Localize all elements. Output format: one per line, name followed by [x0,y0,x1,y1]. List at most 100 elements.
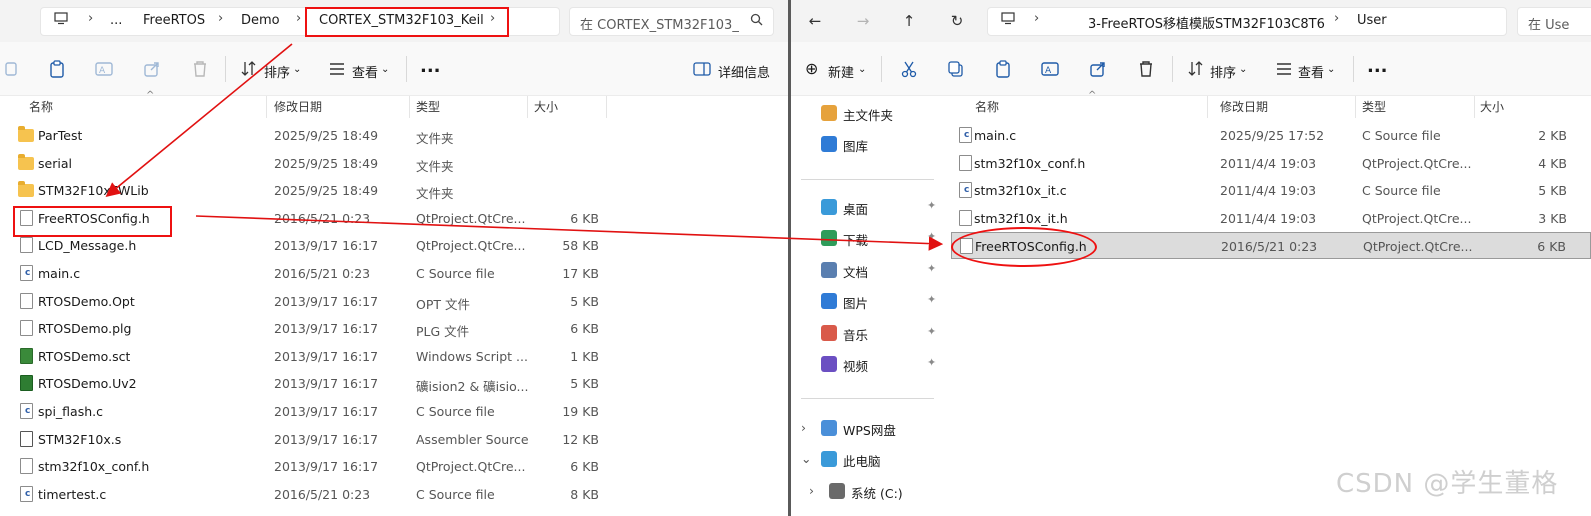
view-icon[interactable] [327,59,347,79]
breadcrumb-user[interactable]: User [1357,13,1387,28]
table-row[interactable]: RTOSDemo.Opt 2013/9/17 16:17 OPT 文件 5 KB [0,288,788,315]
column-header-type[interactable]: 类型 [416,98,440,115]
view-icon[interactable] [1274,59,1294,79]
sidebar-item-documents[interactable]: 文档 ✦ [791,257,946,283]
column-divider[interactable] [606,96,607,118]
table-row[interactable]: stm32f10x_conf.h 2013/9/17 16:17 QtProject… [0,453,788,480]
sidebar-item-music[interactable]: 音乐 ✦ [791,320,946,346]
sidebar-item-drive[interactable]: › 系统 (C:) [791,478,946,504]
sidebar-item-videos[interactable]: 视频 ✦ [791,351,946,377]
sidebar-item-cloud[interactable]: › WPS网盘 [791,415,946,441]
view-button[interactable]: 查看 [1298,62,1324,81]
delete-icon[interactable] [190,59,210,79]
table-row[interactable]: serial 2025/9/25 18:49 文件夹 [0,150,788,177]
computer-icon[interactable] [50,10,72,32]
column-header-size[interactable]: 大小 [534,98,558,115]
file-name: serial [38,155,72,171]
more-options-button[interactable]: ... [1367,56,1388,77]
sidebar-item-label: 图库 [843,139,869,154]
table-row[interactable]: main.c 2025/9/25 17:52 C Source file 2 KB [951,122,1591,149]
pin-icon[interactable]: ✦ [927,230,936,243]
sidebar-item-pc[interactable]: ⌄ 此电脑 [791,446,946,472]
table-row[interactable]: stm32f10x_it.c 2011/4/4 19:03 C Source fil… [951,177,1591,204]
sort-icon[interactable] [239,59,259,79]
chevron-down-icon: ⌄ [381,64,390,75]
pin-icon[interactable]: ✦ [927,262,936,275]
table-row[interactable]: RTOSDemo.Uv2 2013/9/17 16:17 礦ision2 & 礦is… [0,370,788,397]
pin-icon[interactable]: ✦ [927,325,936,338]
table-row[interactable]: main.c 2016/5/21 0:23 C Source file 17 KB [0,260,788,287]
sidebar-item-pictures[interactable]: 图片 ✦ [791,288,946,314]
column-header-date[interactable]: 修改日期 [1220,98,1268,115]
table-row[interactable]: RTOSDemo.sct 2013/9/17 16:17 Windows Scrip… [0,343,788,370]
table-row[interactable]: STM32F10xFWLib 2025/9/25 18:49 文件夹 [0,177,788,204]
chevron-down-icon[interactable]: ⌄ [801,451,811,466]
computer-icon[interactable] [997,10,1019,32]
rename-icon[interactable]: A [1040,59,1060,79]
sidebar-item-home[interactable]: 主文件夹 [791,100,946,126]
column-header-type[interactable]: 类型 [1362,98,1386,115]
share-icon[interactable] [1088,59,1108,79]
column-divider[interactable] [1207,96,1208,118]
column-header-size[interactable]: 大小 [1480,98,1504,115]
gallery-icon [821,136,837,152]
sort-button[interactable]: 排序 [264,62,290,81]
column-divider[interactable] [409,96,410,118]
back-arrow-icon[interactable]: ← [804,10,826,32]
copy-icon[interactable] [2,59,22,79]
sort-icon[interactable] [1186,59,1206,79]
file-date: 2011/4/4 19:03 [1220,183,1317,199]
pin-icon[interactable]: ✦ [927,356,936,369]
home-icon [821,105,837,121]
share-icon[interactable] [142,59,162,79]
search-input[interactable]: 在 Use [1517,7,1591,36]
refresh-icon[interactable]: ↻ [946,10,968,32]
file-name: RTOSDemo.sct [38,348,131,364]
column-header-date[interactable]: 修改日期 [274,98,322,115]
file-type: 文件夹 [416,186,454,202]
breadcrumb-overflow[interactable]: ... [110,13,122,28]
chevron-right-icon[interactable]: › [809,483,814,498]
column-header-name[interactable]: 名称 [975,98,999,115]
file-type: Assembler Source [416,431,529,447]
breadcrumb-project-folder[interactable]: 3-FreeRTOS移植模版STM32F103C8T6 [1088,13,1325,32]
table-row[interactable]: RTOSDemo.plg 2013/9/17 16:17 PLG 文件 6 KB [0,315,788,342]
pin-icon[interactable]: ✦ [927,199,936,212]
breadcrumb-demo[interactable]: Demo [241,13,280,28]
search-input[interactable]: 在 CORTEX_STM32F103_ [569,7,774,36]
table-row[interactable]: stm32f10x_conf.h 2011/4/4 19:03 QtProject.… [951,150,1591,177]
delete-icon[interactable] [1136,59,1156,79]
sidebar-item-gallery[interactable]: 图库 [791,131,946,157]
column-divider[interactable] [266,96,267,118]
copy-icon[interactable] [946,59,966,79]
paste-icon[interactable] [993,59,1013,79]
column-header-name[interactable]: 名称 [29,98,53,115]
table-row[interactable]: ParTest 2025/9/25 18:49 文件夹 [0,122,788,149]
table-row[interactable]: STM32F10x.s 2013/9/17 16:17 Assembler Sour… [0,426,788,453]
column-divider[interactable] [1355,96,1356,118]
up-arrow-icon[interactable]: ↑ [898,10,920,32]
forward-arrow-icon[interactable]: → [852,10,874,32]
sidebar-item-desktop[interactable]: 桌面 ✦ [791,194,946,220]
view-button[interactable]: 查看 [352,62,378,81]
details-pane-icon[interactable] [692,59,712,79]
toolbar-separator [1353,56,1354,82]
table-row[interactable]: timertest.c 2016/5/21 0:23 C Source file 8 … [0,481,788,508]
sort-button[interactable]: 排序 [1210,62,1236,81]
column-divider[interactable] [1474,96,1475,118]
breadcrumb-freertos[interactable]: FreeRTOS [143,13,205,28]
rename-icon[interactable]: A [94,59,114,79]
paste-icon[interactable] [47,59,67,79]
cut-icon[interactable] [899,59,919,79]
details-button[interactable]: 详细信息 [718,62,770,81]
sidebar-item-download[interactable]: 下载 ✦ [791,225,946,251]
column-divider[interactable] [527,96,528,118]
more-options-button[interactable]: ... [420,56,441,77]
file-size: 12 KB [562,431,599,447]
pin-icon[interactable]: ✦ [927,293,936,306]
sidebar-item-label: 桌面 [843,202,869,217]
chevron-right-icon[interactable]: › [801,420,806,435]
folder-icon [18,126,34,142]
table-row[interactable]: spi_flash.c 2013/9/17 16:17 C Source file 1… [0,398,788,425]
new-button[interactable]: 新建 [828,62,854,81]
